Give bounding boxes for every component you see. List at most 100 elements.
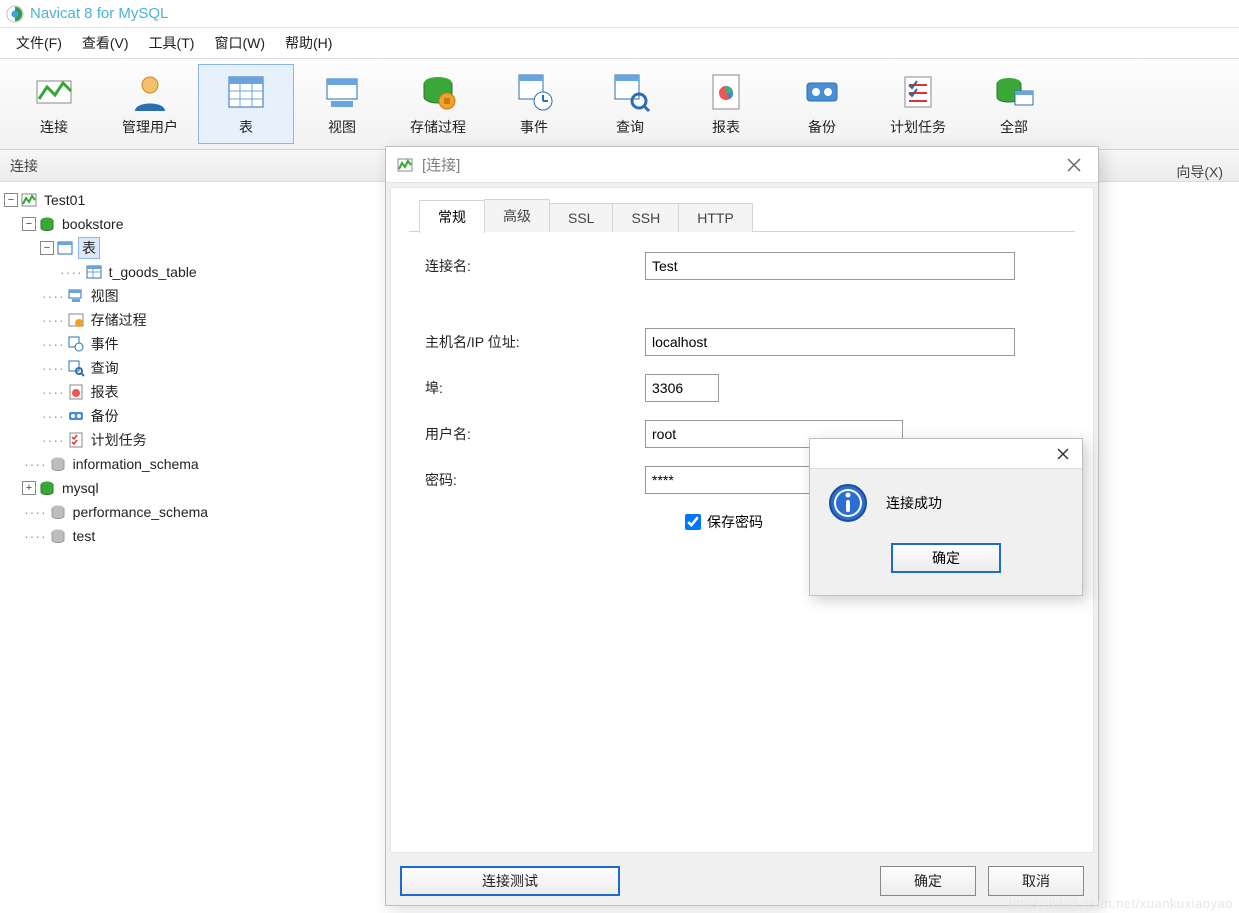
tool-proc-label: 存储过程 <box>410 117 466 137</box>
collapse-icon[interactable]: − <box>4 193 18 207</box>
test-connection-button[interactable]: 连接测试 <box>400 866 620 896</box>
tool-table[interactable]: 表 <box>198 64 294 144</box>
database-icon <box>38 479 56 497</box>
table-icon <box>85 263 103 281</box>
tree-bookstore-label: bookstore <box>60 216 125 232</box>
tree-perf-label: performance_schema <box>71 504 210 520</box>
info-icon <box>828 483 868 523</box>
message-box: 连接成功 确定 <box>809 438 1083 596</box>
dialog-tabs: 常规 高级 SSL SSH HTTP <box>419 198 1075 232</box>
tool-connect-label: 连接 <box>40 117 68 137</box>
tool-user[interactable]: 管理用户 <box>102 64 198 144</box>
tool-event[interactable]: 事件 <box>486 64 582 144</box>
msg-footer: 确定 <box>810 537 1082 587</box>
proc-icon <box>417 71 459 113</box>
view-icon <box>321 71 363 113</box>
menu-file[interactable]: 文件(F) <box>8 29 70 57</box>
tool-backup-label: 备份 <box>808 117 836 137</box>
tree-proc-label: 存储过程 <box>89 310 149 330</box>
connect-icon <box>33 71 75 113</box>
watermark: https://blog.csdn.net/xuankuxiaoyao <box>1009 896 1233 911</box>
proc-node-icon <box>67 311 85 329</box>
label-host: 主机名/IP 位址: <box>425 332 645 352</box>
all-icon <box>993 71 1035 113</box>
view-node-icon <box>67 287 85 305</box>
tool-proc[interactable]: 存储过程 <box>390 64 486 144</box>
schedule-icon <box>897 71 939 113</box>
app-title: Navicat 8 for MySQL <box>30 5 168 22</box>
label-port: 埠: <box>425 378 645 398</box>
label-user: 用户名: <box>425 424 645 444</box>
wizard-link[interactable]: 向导(X) <box>1176 162 1223 182</box>
connection-icon <box>20 191 38 209</box>
expand-icon[interactable]: + <box>22 481 36 495</box>
ok-button[interactable]: 确定 <box>880 866 976 896</box>
toolbar: 连接 管理用户 表 视图 存储过程 事件 查询 报表 备份 计划任务 全部 <box>0 58 1239 150</box>
tool-schedule-label: 计划任务 <box>890 117 946 137</box>
close-icon[interactable] <box>1052 443 1074 465</box>
msg-header <box>810 439 1082 469</box>
collapse-icon[interactable]: − <box>40 241 54 255</box>
connection-name-input[interactable] <box>645 252 1015 280</box>
tree-conn-label: Test01 <box>42 192 87 208</box>
tool-view-label: 视图 <box>328 117 356 137</box>
tool-event-label: 事件 <box>520 117 548 137</box>
collapse-icon[interactable]: − <box>22 217 36 231</box>
port-input[interactable] <box>645 374 719 402</box>
tab-general[interactable]: 常规 <box>419 200 485 233</box>
tab-http[interactable]: HTTP <box>678 203 753 232</box>
menu-tools[interactable]: 工具(T) <box>141 29 203 57</box>
tab-ssh[interactable]: SSH <box>612 203 679 232</box>
database-icon <box>49 455 67 473</box>
label-name: 连接名: <box>425 256 645 276</box>
tab-advanced[interactable]: 高级 <box>484 199 550 232</box>
tool-query[interactable]: 查询 <box>582 64 678 144</box>
event-icon <box>513 71 555 113</box>
save-password-label: 保存密码 <box>707 512 763 532</box>
sidebar-title: 连接 <box>10 156 38 176</box>
cancel-button[interactable]: 取消 <box>988 866 1084 896</box>
tree-backup-label: 备份 <box>89 406 121 426</box>
tree-tgoods-label: t_goods_table <box>107 264 199 280</box>
query-node-icon <box>67 359 85 377</box>
event-node-icon <box>67 335 85 353</box>
tool-all-label: 全部 <box>1000 117 1028 137</box>
backup-icon <box>801 71 843 113</box>
menubar: 文件(F) 查看(V) 工具(T) 窗口(W) 帮助(H) <box>0 28 1239 58</box>
tool-report-label: 报表 <box>712 117 740 137</box>
user-icon <box>129 71 171 113</box>
msg-body: 连接成功 <box>810 469 1082 537</box>
backup-node-icon <box>67 407 85 425</box>
tree-view-label: 视图 <box>89 286 121 306</box>
save-password-checkbox[interactable] <box>685 514 701 530</box>
tool-view[interactable]: 视图 <box>294 64 390 144</box>
tool-all[interactable]: 全部 <box>966 64 1062 144</box>
titlebar: Navicat 8 for MySQL <box>0 0 1239 28</box>
menu-help[interactable]: 帮助(H) <box>277 29 340 57</box>
tree-tables-label: 表 <box>78 237 100 259</box>
close-icon[interactable] <box>1060 151 1088 179</box>
database-icon <box>49 527 67 545</box>
tool-schedule[interactable]: 计划任务 <box>870 64 966 144</box>
msg-ok-button[interactable]: 确定 <box>891 543 1001 573</box>
tool-connect[interactable]: 连接 <box>6 64 102 144</box>
menu-window[interactable]: 窗口(W) <box>206 29 273 57</box>
menu-view[interactable]: 查看(V) <box>74 29 137 57</box>
tool-backup[interactable]: 备份 <box>774 64 870 144</box>
tool-report[interactable]: 报表 <box>678 64 774 144</box>
tool-user-label: 管理用户 <box>122 117 178 137</box>
query-icon <box>609 71 651 113</box>
tree-event-label: 事件 <box>89 334 121 354</box>
msg-text: 连接成功 <box>886 493 942 513</box>
tab-ssl[interactable]: SSL <box>549 203 613 232</box>
app-icon <box>6 5 24 23</box>
tree-test-label: test <box>71 528 98 544</box>
tree-info-label: information_schema <box>71 456 201 472</box>
table-icon <box>225 71 267 113</box>
tool-query-label: 查询 <box>616 117 644 137</box>
tree-query-label: 查询 <box>89 358 121 378</box>
database-icon <box>49 503 67 521</box>
tool-table-label: 表 <box>239 117 253 137</box>
host-input[interactable] <box>645 328 1015 356</box>
tree-schedule-label: 计划任务 <box>89 430 149 450</box>
